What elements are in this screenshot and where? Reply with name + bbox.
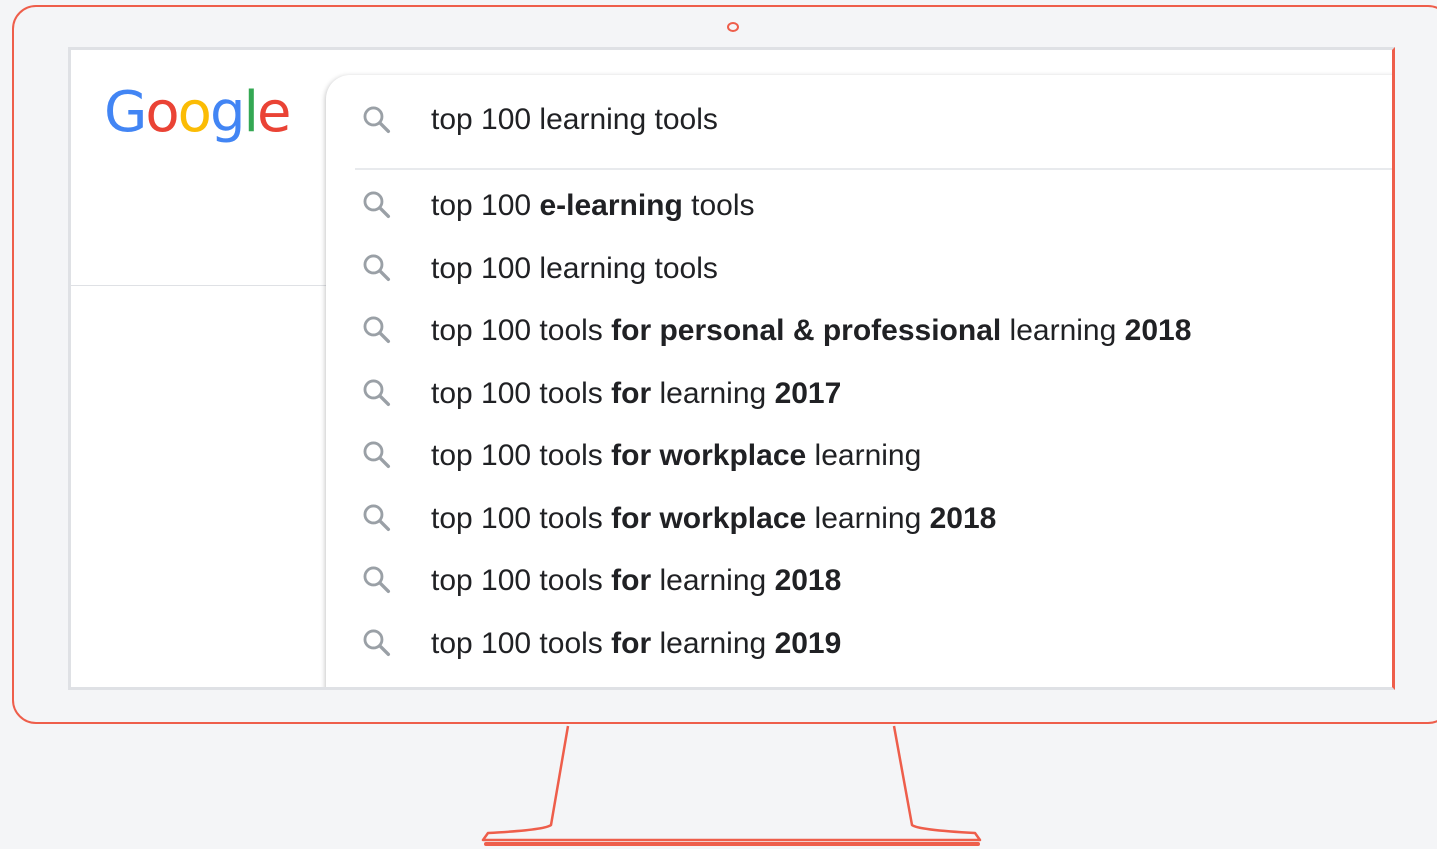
suggestion-bold-part: 2018 [774, 564, 842, 597]
suggestion-item[interactable]: top 100 tools for personal & professiona… [326, 299, 1392, 361]
search-icon [363, 629, 391, 656]
search-icon[interactable] [360, 103, 394, 137]
suggestion-item[interactable]: top 100 learning tools [326, 237, 1392, 299]
suggestion-part: learning [806, 501, 930, 535]
suggestion-item[interactable]: top 100 tools for learning 2017 [326, 362, 1392, 424]
suggestion-part: top 100 learning tools [431, 251, 718, 285]
search-icon [363, 504, 391, 531]
logo-letter: o [145, 80, 179, 145]
search-panel: top 100 e-learning toolstop 100 learning… [326, 75, 1392, 687]
suggestion-item[interactable]: top 100 tools for learning 2019 [326, 612, 1392, 674]
suggestion-part: top 100 tools [431, 501, 612, 535]
suggestion-item[interactable]: top 100 e-learning tools [326, 174, 1392, 236]
logo-letter: o [177, 80, 212, 145]
suggestion-part: top 100 tools [431, 564, 612, 597]
suggestion-text: top 100 tools for workplace learning 201… [431, 501, 996, 537]
suggestion-text: top 100 tools for learning 2017 [431, 376, 841, 412]
suggestion-part: learning [1001, 314, 1125, 347]
suggestion-bold-part: for personal & professional [611, 314, 1002, 347]
suggestion-part: learning [651, 564, 775, 597]
suggestion-item[interactable]: top 100 tools for workplace learning [326, 424, 1392, 486]
logo-letter: e [257, 80, 291, 145]
suggestion-text: top 100 tools for personal & professiona… [431, 313, 1191, 349]
logo-letter: l [243, 80, 259, 145]
suggestion-item[interactable]: top 100 tools for learning 2018 [326, 549, 1392, 611]
search-icon [363, 254, 391, 281]
logo-letter: G [104, 80, 147, 145]
search-icon [363, 441, 391, 469]
search-icon [363, 379, 391, 406]
google-logo[interactable]: Google [104, 85, 292, 141]
suggestion-part: top 100 tools [431, 376, 612, 410]
search-box[interactable] [326, 75, 1392, 170]
suggestion-part: top 100 tools [431, 439, 612, 472]
suggestion-text: top 100 learning tools [431, 251, 718, 287]
search-icon [363, 316, 391, 344]
suggestion-bold-part: 2018 [929, 501, 997, 535]
suggestion-part: learning [806, 439, 922, 472]
suggestion-part: top 100 tools [431, 314, 612, 347]
input-divider [355, 168, 1392, 170]
search-icon [363, 566, 391, 594]
suggestion-bold-part: for [611, 564, 652, 597]
suggestion-bold-part: e-learning [539, 189, 683, 222]
suggestion-part: top 100 tools [431, 626, 612, 660]
browser-screen: Google top 100 e-learning toolstop 100 l… [68, 47, 1395, 690]
suggestion-item[interactable]: top 100 tools for workplace learning 201… [326, 487, 1392, 549]
suggestion-text: top 100 tools for learning 2018 [431, 563, 841, 599]
header-divider [71, 285, 333, 286]
suggestion-bold-part: for workplace [611, 501, 807, 535]
suggestion-part: learning [651, 376, 775, 410]
suggestion-bold-part: 2019 [774, 626, 842, 660]
suggestion-bold-part: 2017 [774, 376, 842, 410]
suggestion-text: top 100 tools for learning 2019 [431, 626, 841, 662]
search-input[interactable] [431, 100, 1331, 140]
suggestion-bold-part: for [611, 376, 652, 410]
suggestion-part: tools [682, 189, 755, 222]
suggestion-bold-part: for workplace [611, 439, 807, 472]
suggestion-part: top 100 [431, 189, 540, 222]
search-icon [363, 191, 391, 219]
suggestion-part: learning [651, 626, 775, 660]
suggestion-text: top 100 tools for workplace learning [431, 438, 921, 474]
suggestion-bold-part: for [611, 626, 652, 660]
suggestion-text: top 100 e-learning tools [431, 188, 755, 224]
suggestion-bold-part: 2018 [1124, 314, 1192, 347]
logo-letter: g [209, 80, 246, 145]
